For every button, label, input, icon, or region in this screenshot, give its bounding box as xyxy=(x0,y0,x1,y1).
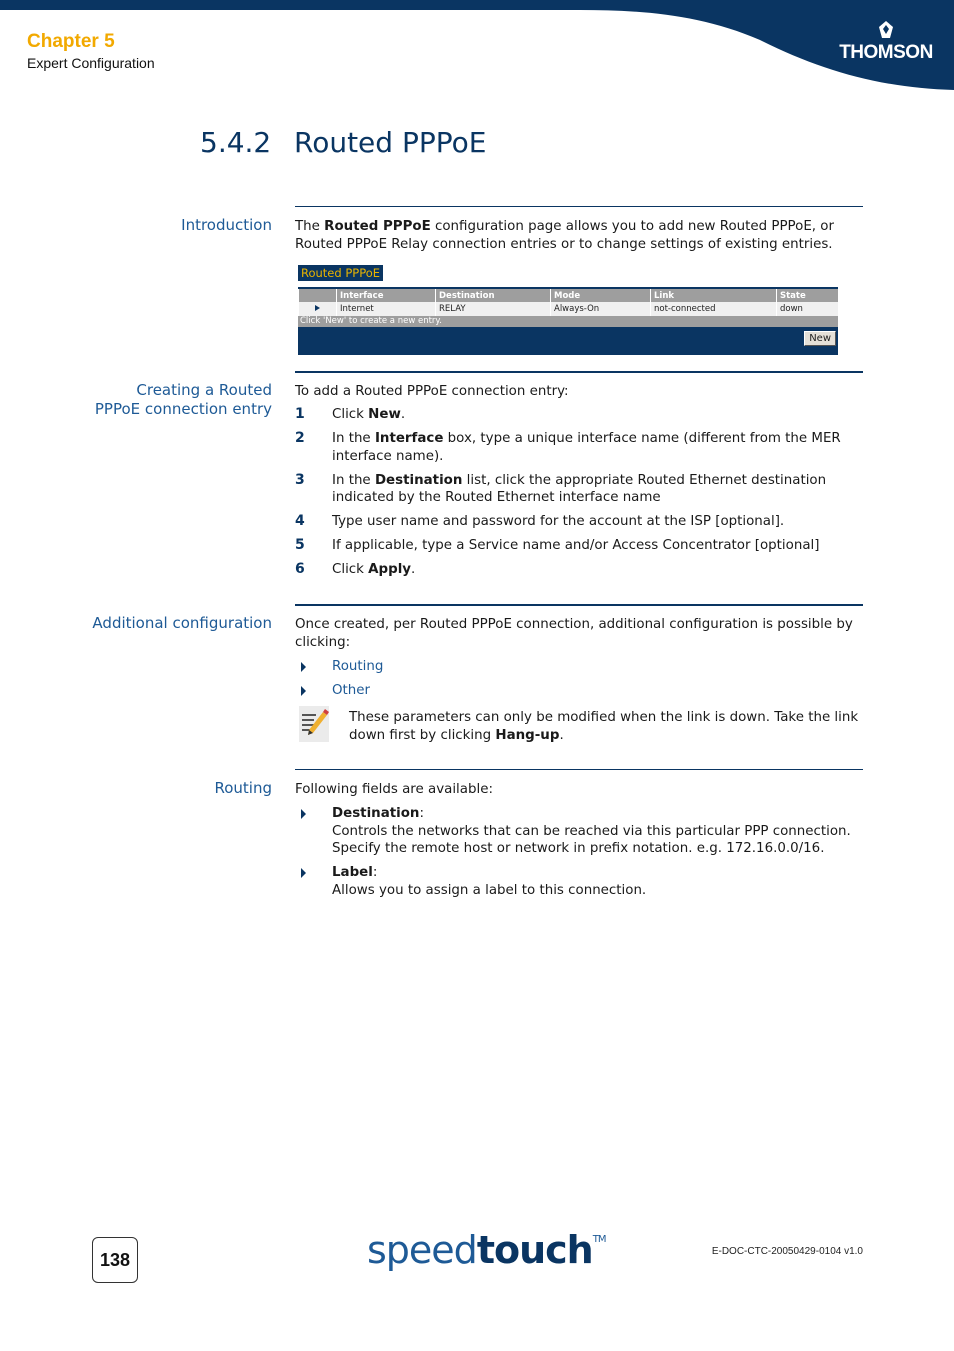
widget-action-bar: New xyxy=(298,327,838,353)
step-text: If applicable, type a Service name and/o… xyxy=(332,538,820,553)
routing-intro: Following fields are available: xyxy=(295,782,493,797)
field-description: Allows you to assign a label to this con… xyxy=(332,882,647,898)
widget-hint: Click 'New' to create a new entry. xyxy=(298,316,838,327)
cell-state: down xyxy=(776,302,838,316)
section-number: 5.4.2 xyxy=(200,126,272,159)
side-label-line: Creating a Routed xyxy=(136,381,272,399)
logo-trademark: TM xyxy=(592,1234,607,1245)
step-item: 1 Click New. xyxy=(295,406,863,424)
side-label-creating: Creating a Routed PPPoE connection entry xyxy=(95,381,272,419)
side-label-introduction: Introduction xyxy=(181,216,272,234)
step-text: Click xyxy=(332,407,369,422)
section-title-text: Routed PPPoE xyxy=(294,126,487,159)
table-header-row: Interface Destination Mode Link State xyxy=(298,289,838,302)
widget-frame: Interface Destination Mode Link State In… xyxy=(298,287,838,355)
note-text-bold: Hang-up xyxy=(495,727,560,743)
cell-interface: Internet xyxy=(336,302,436,316)
step-text: . xyxy=(400,407,406,422)
widget-title: Routed PPPoE xyxy=(298,265,384,281)
step-bold: Destination xyxy=(374,472,463,488)
thomson-logo: THOMSON xyxy=(838,20,934,64)
routing-fields: Destination: Controls the networks that c… xyxy=(295,805,863,906)
routed-pppoe-screenshot: Routed PPPoE Interface Destination Mode … xyxy=(298,262,838,355)
col-header-select xyxy=(298,289,337,302)
document-id: E-DOC-CTC-20050429-0104 v1.0 xyxy=(711,1246,863,1257)
thomson-emblem-icon xyxy=(879,21,893,38)
table-row[interactable]: Internet RELAY Always-On not-connected d… xyxy=(298,302,838,316)
step-item: 3 In the Destination list, click the appr… xyxy=(295,472,863,507)
divider xyxy=(295,604,863,606)
step-item: 2 In the Interface box, type a unique int… xyxy=(295,430,863,465)
row-select-cell[interactable] xyxy=(298,302,337,316)
step-number: 1 xyxy=(295,406,305,422)
bullet-arrow-icon xyxy=(301,868,306,878)
step-text: . xyxy=(411,562,416,577)
note-pencil-icon xyxy=(299,706,329,742)
divider xyxy=(295,769,863,770)
step-bold: Apply xyxy=(368,562,412,577)
creating-intro: To add a Routed PPPoE connection entry: xyxy=(295,384,569,399)
list-item: Label: Allows you to assign a label to th… xyxy=(295,864,863,899)
link-routing[interactable]: Routing xyxy=(332,659,383,674)
cell-link: not-connected xyxy=(650,302,777,316)
divider xyxy=(295,371,863,373)
col-header-state: State xyxy=(776,289,838,302)
col-header-interface: Interface xyxy=(336,289,436,302)
section-title: 5.4.2 Routed PPPoE xyxy=(200,126,486,159)
cell-destination: RELAY xyxy=(435,302,551,316)
intro-text-bold: Routed PPPoE xyxy=(324,219,431,234)
field-description: Controls the networks that can be reache… xyxy=(332,823,851,857)
row-arrow-icon[interactable] xyxy=(315,305,320,311)
chapter-subtitle: Expert Configuration xyxy=(27,55,155,71)
page-number: 138 xyxy=(92,1237,138,1283)
bullet-arrow-icon xyxy=(301,686,306,696)
col-header-link: Link xyxy=(650,289,777,302)
step-text: Type user name and password for the acco… xyxy=(332,514,785,529)
step-text: Click xyxy=(332,562,369,577)
chapter-label: Chapter 5 xyxy=(27,31,115,52)
bullet-arrow-icon xyxy=(301,662,306,672)
step-number: 5 xyxy=(295,537,305,553)
link-other[interactable]: Other xyxy=(332,683,370,698)
speedtouch-logo: speedtouchTM xyxy=(367,1228,607,1272)
step-item: 4 Type user name and password for the acc… xyxy=(295,513,863,531)
introduction-text: The Routed PPPoE configuration page allo… xyxy=(295,218,863,253)
step-item: 5 If applicable, type a Service name and/… xyxy=(295,537,863,555)
step-text: In the xyxy=(332,431,375,446)
logo-bold: touch xyxy=(476,1228,594,1272)
col-header-mode: Mode xyxy=(550,289,651,302)
step-text: In the xyxy=(332,472,375,488)
list-item: Destination: Controls the networks that c… xyxy=(295,805,863,858)
header-banner xyxy=(0,0,954,90)
cell-mode: Always-On xyxy=(550,302,651,316)
logo-light: speed xyxy=(367,1228,478,1272)
side-label-additional: Additional configuration xyxy=(92,614,272,632)
step-number: 2 xyxy=(295,430,305,446)
intro-text-prefix: The xyxy=(295,219,325,234)
step-number: 4 xyxy=(295,513,305,529)
step-item: 6 Click Apply. xyxy=(295,561,863,579)
step-number: 6 xyxy=(295,561,305,577)
note-text-pre: These parameters can only be modified wh… xyxy=(349,710,859,743)
step-number: 3 xyxy=(295,471,305,488)
new-button[interactable]: New xyxy=(804,331,836,346)
list-item: Routing xyxy=(295,658,863,676)
additional-links: Routing Other xyxy=(295,658,863,706)
side-label-line: PPPoE connection entry xyxy=(94,400,272,418)
col-header-destination: Destination xyxy=(435,289,551,302)
brand-name: THOMSON xyxy=(839,42,933,63)
field-name: Destination xyxy=(332,806,420,821)
list-item: Other xyxy=(295,682,863,700)
step-bold: Interface xyxy=(374,431,444,446)
additional-intro: Once created, per Routed PPPoE connectio… xyxy=(295,617,853,650)
bullet-arrow-icon xyxy=(301,809,306,819)
steps-list: 1 Click New. 2 In the Interface box, type … xyxy=(295,406,863,585)
note-text: These parameters can only be modified wh… xyxy=(349,709,863,744)
field-name: Label xyxy=(332,865,373,880)
connections-table: Interface Destination Mode Link State In… xyxy=(298,289,838,316)
step-bold: New xyxy=(368,407,401,422)
note-text-post: . xyxy=(559,727,564,743)
side-label-routing: Routing xyxy=(214,779,272,797)
divider xyxy=(295,206,863,207)
